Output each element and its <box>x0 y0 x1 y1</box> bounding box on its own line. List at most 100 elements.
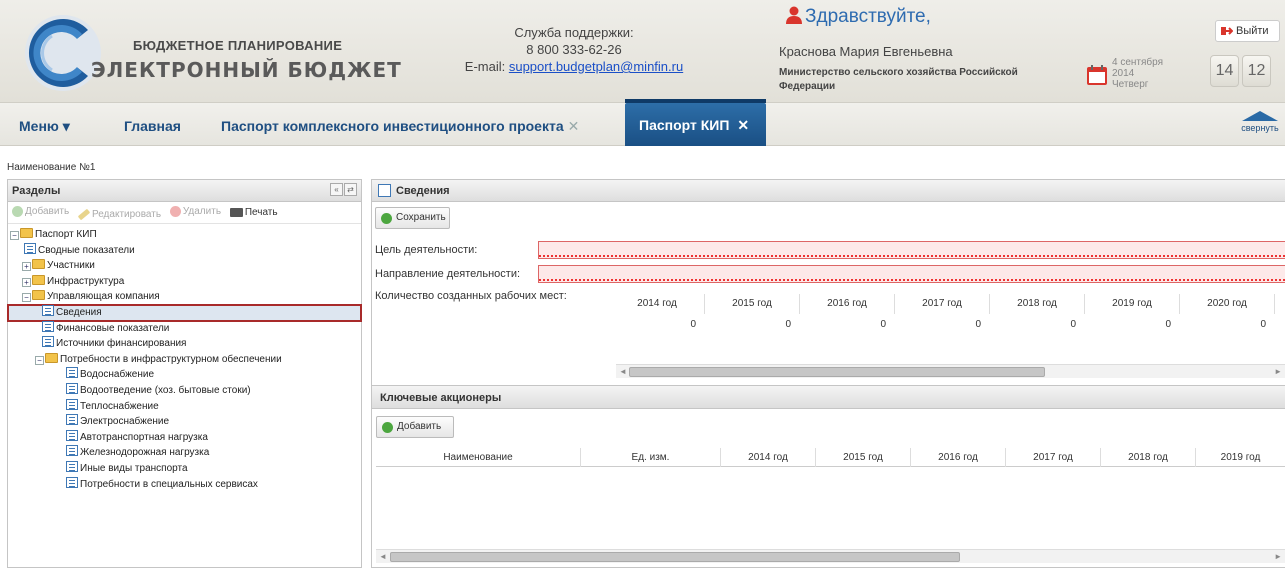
tree-item[interactable]: Водоотведение (хоз. бытовые стоки) <box>8 382 361 399</box>
jobs-value-cell[interactable]: 0 <box>610 319 705 330</box>
add-shareholder-button[interactable]: Добавить <box>376 416 454 438</box>
direction-input[interactable] <box>538 265 1285 283</box>
user-name: Краснова Мария Евгеньевна <box>779 44 953 59</box>
tree-item[interactable]: − Потребности в инфраструктурном обеспече… <box>8 352 361 368</box>
jobs-value-cell[interactable]: 0 <box>895 319 990 330</box>
close-icon[interactable]: ✕ <box>737 117 749 133</box>
year-column-header[interactable]: 2014 год <box>610 294 705 314</box>
grid-column-header[interactable]: 2015 год <box>816 448 911 467</box>
tab-label-active: Паспорт КИП <box>639 117 730 133</box>
support-info: Служба поддержки: 8 800 333-62-26 E-mail… <box>440 24 708 75</box>
tree-item[interactable]: Сведения <box>7 303 362 322</box>
logout-label: Выйти <box>1236 25 1269 37</box>
date-display: 4 сентября 2014 Четверг <box>1112 57 1163 90</box>
edit-section-button[interactable]: Редактировать <box>77 208 161 221</box>
year-column-header[interactable]: 2019 год <box>1085 294 1180 314</box>
tree-item[interactable]: Потребности в специальных сервисах <box>8 476 361 493</box>
scroll-thumb[interactable] <box>629 367 1045 377</box>
tree-item[interactable]: Автотранспортная нагрузка <box>8 429 361 446</box>
folder-icon <box>20 228 33 238</box>
grid-column-header[interactable]: 2014 год <box>721 448 816 467</box>
form-icon <box>66 445 78 457</box>
tree-item[interactable]: Водоснабжение <box>8 367 361 383</box>
document-icon <box>378 184 391 197</box>
grid-column-header[interactable]: 2017 год <box>1006 448 1101 467</box>
shareholders-grid-header: Наименование Ед. изм. 2014 год 2015 год 2016… <box>376 448 1285 467</box>
jobs-value-cell[interactable]: 0 <box>1180 319 1275 330</box>
support-email-link[interactable]: support.budgetplan@minfin.ru <box>509 59 683 74</box>
jobs-value-cell[interactable]: 0 <box>705 319 800 330</box>
tree-item[interactable]: Электроснабжение <box>8 414 361 430</box>
year-column-header[interactable]: 2015 год <box>705 294 800 314</box>
collapse-button[interactable]: свернуть <box>1240 111 1280 133</box>
collapse-icon[interactable]: − <box>10 231 19 240</box>
shareholders-section: Ключевые акционеры Добавить Наименование… <box>372 385 1285 568</box>
direction-label: Направление деятельности: <box>375 268 521 280</box>
tree-item[interactable]: Финансовые показатели <box>8 320 361 337</box>
add-icon <box>382 422 393 433</box>
year-column-header[interactable]: 2020 год <box>1180 294 1275 314</box>
tree-item-label: Железнодорожная нагрузка <box>80 447 210 459</box>
sections-panel: Разделы «⇄ Добавить Редактировать Удалит… <box>7 179 362 568</box>
grid-column-header[interactable]: 2018 год <box>1101 448 1196 467</box>
swap-icon[interactable]: ⇄ <box>344 183 357 196</box>
tab-investment-project-passport[interactable]: Паспорт комплексного инвестиционного про… <box>221 118 579 135</box>
collapse-icon[interactable]: − <box>22 293 31 303</box>
tree-item[interactable]: + Инфраструктура <box>8 274 361 290</box>
sections-toolbar: Добавить Редактировать Удалить Печать <box>8 202 361 224</box>
scroll-thumb[interactable] <box>390 552 960 562</box>
tab-kip-passport[interactable]: Паспорт КИП ✕ <box>625 99 766 146</box>
delete-section-button[interactable]: Удалить <box>169 206 221 217</box>
close-icon[interactable]: ✕ <box>568 118 580 134</box>
nav-main-link[interactable]: Главная <box>124 118 181 134</box>
shareholders-scrollbar[interactable]: ◄ ► <box>376 549 1285 563</box>
scroll-right-icon[interactable]: ► <box>1274 550 1282 563</box>
grid-column-header[interactable]: Ед. изм. <box>581 448 721 467</box>
grid-column-header[interactable]: Наименование <box>376 448 581 467</box>
add-label: Добавить <box>397 421 442 432</box>
add-section-button[interactable]: Добавить <box>12 206 69 217</box>
save-button[interactable]: Сохранить <box>375 207 450 229</box>
collapse-icon[interactable]: − <box>35 355 44 365</box>
jobs-value-cell[interactable]: 0 <box>1085 319 1180 330</box>
grid-column-header[interactable]: 2019 год <box>1196 448 1285 467</box>
tree-item[interactable]: + Участники <box>8 258 361 274</box>
tree-item[interactable]: Иные виды транспорта <box>8 460 361 477</box>
tree-item[interactable]: Железнодорожная нагрузка <box>8 445 361 461</box>
form-icon <box>42 304 54 316</box>
tree-item-label: Водоотведение (хоз. бытовые стоки) <box>80 384 251 396</box>
tree-item[interactable]: Сводные показатели <box>8 242 361 259</box>
jobs-scrollbar[interactable]: ◄ ► <box>616 364 1285 378</box>
sections-tree: − Паспорт КИП Сводные показатели + Участники… <box>7 224 362 493</box>
tree-item[interactable]: Теплоснабжение <box>8 398 361 415</box>
jobs-value-cell[interactable]: 0 <box>800 319 895 330</box>
print-button[interactable]: Печать <box>229 207 278 218</box>
jobs-value-cell[interactable]: 0 <box>990 319 1085 330</box>
collapse-left-icon[interactable]: « <box>330 183 343 196</box>
jobs-label: Количество созданных рабочих мест: <box>375 290 567 302</box>
pencil-icon <box>77 208 91 221</box>
menu-button[interactable]: Меню ▾ <box>19 118 70 135</box>
expand-icon[interactable]: + <box>22 262 31 272</box>
tree-item-label: Источники финансирования <box>56 338 187 350</box>
scroll-right-icon[interactable]: ► <box>1274 365 1282 378</box>
tree-item[interactable]: − Паспорт КИП <box>8 227 361 243</box>
year-column-header[interactable]: 2017 год <box>895 294 990 314</box>
grid-column-header[interactable]: 2016 год <box>911 448 1006 467</box>
tree-item-label: Теплоснабжение <box>80 400 159 412</box>
date-day: 4 сентября <box>1112 57 1164 68</box>
folder-icon <box>32 290 45 301</box>
year-column-header[interactable]: 2018 год <box>990 294 1085 314</box>
expand-icon[interactable]: + <box>22 277 31 287</box>
brand-title-line2: ЭЛЕКТРОННЫЙ БЮДЖЕТ <box>91 58 402 82</box>
scroll-left-icon[interactable]: ◄ <box>619 365 627 378</box>
logout-button[interactable]: Выйти <box>1215 20 1280 42</box>
year-column-header[interactable]: 2016 год <box>800 294 895 314</box>
tree-item[interactable]: − Управляющая компания <box>8 289 361 305</box>
tree-item-label: Иные виды транспорта <box>80 462 188 474</box>
goal-input[interactable] <box>538 241 1285 259</box>
print-label: Печать <box>244 207 278 218</box>
sections-title: Разделы <box>12 185 61 197</box>
tree-item[interactable]: Источники финансирования <box>8 336 361 352</box>
scroll-left-icon[interactable]: ◄ <box>379 550 387 563</box>
